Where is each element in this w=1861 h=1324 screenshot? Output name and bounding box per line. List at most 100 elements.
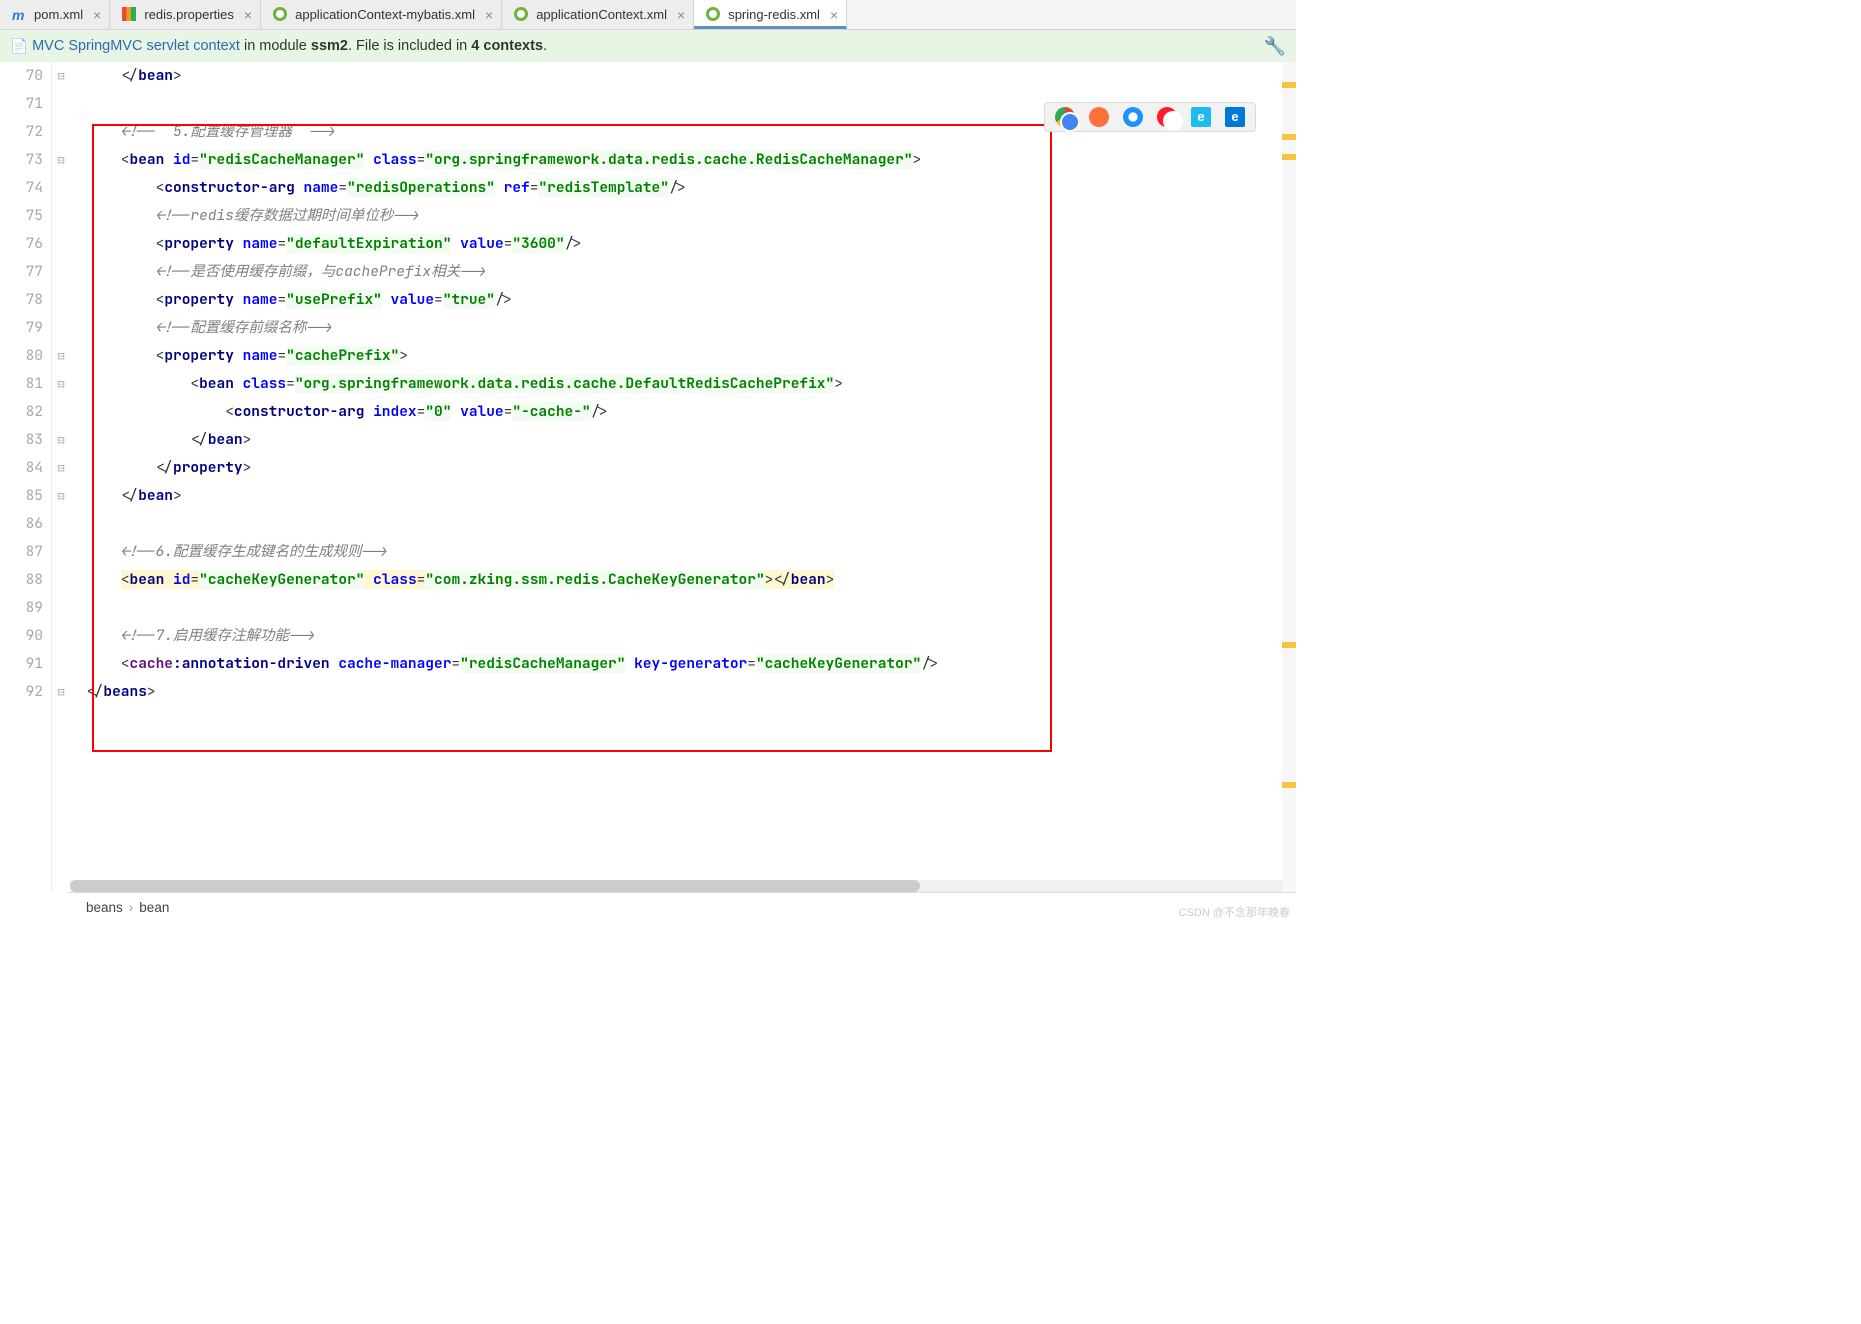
code-line[interactable] [86,510,1296,538]
fold-toggle [52,286,70,314]
line-number: 88 [0,566,43,594]
structure-breadcrumb[interactable]: beans › bean [68,892,1296,922]
close-icon[interactable]: × [93,7,101,23]
context-text: in module ssm2. File is included in 4 co… [244,38,547,54]
scrollbar-thumb[interactable] [70,880,920,892]
fold-toggle[interactable]: ⊟ [52,482,70,510]
stripe-mark[interactable] [1282,82,1296,88]
file-type-icon: m [12,7,28,23]
fold-toggle[interactable]: ⊟ [52,426,70,454]
horizontal-scrollbar[interactable] [70,880,1282,892]
fold-toggle[interactable]: ⊟ [52,146,70,174]
code-line[interactable]: <cache:annotation-driven cache-manager="… [86,650,1296,678]
close-icon[interactable]: × [244,7,252,23]
fold-toggle [52,118,70,146]
code-line[interactable]: <!--是否使用缓存前缀，与cachePrefix相关--> [86,258,1296,286]
fold-toggle [52,230,70,258]
code-line[interactable]: </bean> [86,426,1296,454]
line-number: 84 [0,454,43,482]
code-line[interactable]: <!--配置缓存前缀名称--> [86,314,1296,342]
editor-tab[interactable]: mpom.xml× [0,0,110,29]
ie-icon[interactable]: e [1191,107,1211,127]
code-line[interactable]: <!--7.启用缓存注解功能--> [86,622,1296,650]
fold-toggle [52,202,70,230]
file-type-icon [273,7,289,23]
editor-tab[interactable]: applicationContext.xml × [502,0,694,29]
open-in-browser-toolbar: ee [1044,102,1256,132]
fold-toggle [52,314,70,342]
editor-tab[interactable]: applicationContext-mybatis.xml× [261,0,502,29]
fold-toggle [52,622,70,650]
fold-gutter[interactable]: ⊟⊟⊟⊟⊟⊟⊟⊟ [52,62,70,892]
context-link[interactable]: MVC SpringMVC servlet context [32,38,240,54]
line-number: 71 [0,90,43,118]
line-number: 78 [0,286,43,314]
code-line[interactable]: <property name="cachePrefix"> [86,342,1296,370]
line-number: 77 [0,258,43,286]
code-line[interactable] [86,594,1296,622]
safari-icon[interactable] [1123,107,1143,127]
line-number: 73 [0,146,43,174]
line-number: 89 [0,594,43,622]
line-number: 92 [0,678,43,706]
error-stripe[interactable] [1282,62,1296,892]
fold-toggle[interactable]: ⊟ [52,370,70,398]
code-line[interactable]: <bean id="cacheKeyGenerator" class="com.… [86,566,1296,594]
fold-toggle [52,538,70,566]
close-icon[interactable]: × [677,7,685,23]
line-number: 72 [0,118,43,146]
code-line[interactable]: </bean> [86,62,1296,90]
fold-toggle[interactable]: ⊟ [52,62,70,90]
code-line[interactable]: <!--6.配置缓存生成键名的生成规则--> [86,538,1296,566]
line-number: 80 [0,342,43,370]
code-line[interactable]: <bean class="org.springframework.data.re… [86,370,1296,398]
fold-toggle [52,398,70,426]
fold-toggle [52,510,70,538]
firefox-icon[interactable] [1089,107,1109,127]
breadcrumb-item[interactable]: bean [139,900,169,915]
line-number: 87 [0,538,43,566]
file-type-icon [122,7,138,23]
fold-toggle[interactable]: ⊟ [52,454,70,482]
tab-label: applicationContext.xml [536,7,667,22]
code-line[interactable]: <!--redis缓存数据过期时间单位秒--> [86,202,1296,230]
file-type-icon [514,7,530,23]
line-number: 75 [0,202,43,230]
code-line[interactable]: <constructor-arg index="0" value="-cache… [86,398,1296,426]
fold-toggle[interactable]: ⊟ [52,678,70,706]
code-line[interactable]: <property name="usePrefix" value="true"/… [86,286,1296,314]
close-icon[interactable]: × [830,7,838,23]
code-line[interactable]: <bean id="redisCacheManager" class="org.… [86,146,1296,174]
tab-label: redis.properties [144,7,234,22]
line-number: 74 [0,174,43,202]
fold-toggle [52,174,70,202]
chevron-right-icon: › [129,900,134,915]
code-line[interactable]: </beans> [86,678,1296,706]
line-number: 85 [0,482,43,510]
stripe-mark[interactable] [1282,134,1296,140]
stripe-mark[interactable] [1282,154,1296,160]
code-line[interactable]: </bean> [86,482,1296,510]
opera-icon[interactable] [1157,107,1177,127]
watermark-text: CSDN @不念那年晚春 [1179,904,1290,920]
fold-toggle[interactable]: ⊟ [52,342,70,370]
line-number: 79 [0,314,43,342]
code-line[interactable]: <constructor-arg name="redisOperations" … [86,174,1296,202]
editor-tab[interactable]: redis.properties × [110,0,261,29]
code-content[interactable]: </bean> <!-- 5.配置缓存管理器 --> <bean id="red… [70,62,1296,892]
code-editor[interactable]: 7071727374757677787980818283848586878889… [0,62,1296,892]
stripe-mark[interactable] [1282,642,1296,648]
code-line[interactable]: </property> [86,454,1296,482]
code-line[interactable]: <property name="defaultExpiration" value… [86,230,1296,258]
wrench-icon[interactable]: 🔧 [1264,36,1286,57]
line-number: 91 [0,650,43,678]
line-number: 76 [0,230,43,258]
line-number: 81 [0,370,43,398]
fold-toggle [52,90,70,118]
chrome-icon[interactable] [1055,107,1075,127]
editor-tab[interactable]: spring-redis.xml× [694,0,847,29]
close-icon[interactable]: × [485,7,493,23]
edge-icon[interactable]: e [1225,107,1245,127]
stripe-mark[interactable] [1282,782,1296,788]
breadcrumb-item[interactable]: beans [86,900,123,915]
